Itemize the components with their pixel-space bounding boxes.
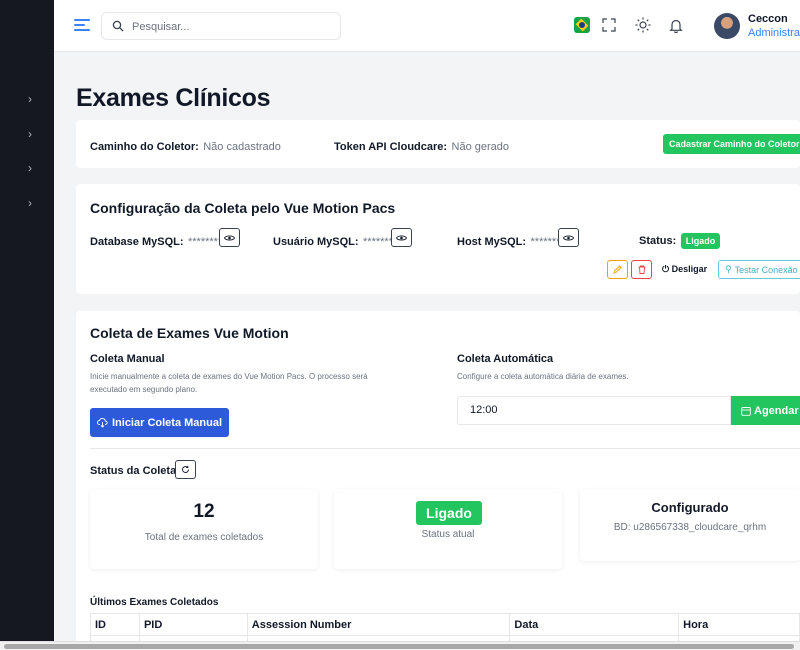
api-token-value: Não gerado (451, 141, 510, 153)
auto-title: Coleta Automática (457, 353, 554, 365)
divider (90, 448, 800, 449)
refresh-status-button[interactable] (175, 460, 196, 479)
host-field: Host MySQL: ******** (457, 232, 565, 250)
host-label: Host MySQL: (457, 236, 527, 248)
db-field: Database MySQL: ******** (90, 232, 222, 250)
manual-desc-2: executado em segundo plano. (90, 385, 198, 394)
user-field: Usuário MySQL: ******** (273, 232, 397, 250)
eye-icon (563, 235, 574, 240)
config-title: Configuração da Coleta pelo Vue Motion P… (90, 200, 396, 216)
power-off-label: Desligar (671, 264, 708, 274)
collector-path: Caminho do Coletor: Não cadastrado (90, 137, 281, 155)
table-title: Últimos Exames Coletados (90, 597, 219, 608)
status-field: Status: Ligado (639, 231, 721, 249)
state-badge: Ligado (416, 501, 482, 525)
search-box (101, 12, 341, 40)
topbar: Ceccon Administrador (54, 0, 800, 52)
total-value: 12 (193, 501, 215, 522)
manual-collect-label: Iniciar Coleta Manual (111, 416, 223, 429)
col-pid: PID (138, 613, 248, 636)
col-hora: Hora (678, 613, 800, 636)
edit-button[interactable] (607, 260, 628, 279)
chevron-right-icon[interactable]: › (28, 92, 38, 106)
avatar[interactable] (714, 13, 740, 39)
schedule-button[interactable]: Agendar (731, 396, 800, 425)
trash-icon (638, 265, 645, 274)
power-icon: ⏻ (662, 264, 670, 274)
status-badge: Ligado (680, 233, 721, 249)
user-name: Ceccon (748, 13, 788, 25)
config-stat: Configurado BD: u286567338_cloudcare_qrh… (580, 489, 800, 561)
collector-path-value: Não cadastrado (203, 141, 281, 153)
sun-icon[interactable] (634, 16, 652, 34)
chevron-right-icon[interactable]: › (28, 127, 38, 141)
manual-collect-button[interactable]: Iniciar Coleta Manual (90, 408, 229, 437)
show-db-button[interactable] (219, 228, 240, 247)
horizontal-scrollbar[interactable] (0, 641, 800, 650)
sidebar: › › › › (0, 0, 54, 650)
cloud-download-icon (97, 418, 108, 428)
schedule-label: Agendar (754, 404, 799, 417)
page-title: Exames Clínicos (76, 84, 271, 112)
show-host-button[interactable] (558, 228, 579, 247)
col-data: Data (509, 613, 680, 636)
collection-card: Coleta de Exames Vue Motion Coleta Manua… (76, 311, 800, 650)
config-state: Configurado (651, 500, 729, 515)
fullscreen-icon[interactable] (600, 16, 618, 34)
test-connection-label: Testar Conexão (734, 264, 798, 275)
manual-desc-1: Inicie manualmente a coleta de exames do… (90, 372, 368, 381)
calendar-icon (741, 406, 751, 416)
collector-path-label: Caminho do Coletor: (90, 141, 199, 153)
state-label: Status atual (421, 529, 475, 540)
collector-card: Caminho do Coletor: Não cadastrado Token… (76, 120, 800, 168)
search-input[interactable] (132, 17, 332, 37)
config-card: Configuração da Coleta pelo Vue Motion P… (76, 184, 800, 294)
user-role: Administrador (748, 27, 800, 39)
api-token: Token API Cloudcare: Não gerado (334, 137, 509, 155)
plug-icon: ⚲ (725, 264, 732, 274)
test-connection-button[interactable]: ⚲ Testar Conexão (718, 260, 800, 279)
collection-title: Coleta de Exames Vue Motion (90, 325, 289, 341)
schedule-time-input[interactable]: 12:00 (457, 396, 731, 425)
bell-icon[interactable] (667, 16, 685, 34)
manual-title: Coleta Manual (90, 353, 165, 365)
chevron-right-icon[interactable]: › (28, 196, 38, 210)
scrollbar-thumb[interactable] (4, 644, 794, 649)
total-label: Total de exames coletados (144, 532, 264, 543)
status-label: Status: (639, 235, 677, 247)
db-value: ******** (187, 236, 223, 248)
eye-icon (396, 235, 407, 240)
register-collector-button[interactable]: Cadastrar Caminho do Coletor (663, 134, 800, 154)
total-stat: 12 Total de exames coletados (90, 489, 318, 569)
mysql-user-label: Usuário MySQL: (273, 236, 359, 248)
refresh-icon (182, 465, 189, 473)
col-id: ID (90, 613, 140, 636)
power-off-button[interactable]: ⏻ Desligar (662, 264, 707, 275)
db-label: Database MySQL: (90, 236, 184, 248)
menu-toggle-icon[interactable] (74, 19, 90, 31)
pencil-icon (613, 265, 622, 274)
config-db: BD: u286567338_cloudcare_qrhm (613, 522, 767, 533)
auto-desc: Configure a coleta automática diária de … (457, 372, 629, 381)
delete-button[interactable] (631, 260, 652, 279)
search-icon (112, 20, 124, 32)
status-title: Status da Coleta (90, 465, 177, 477)
eye-icon (224, 235, 235, 240)
chevron-right-icon[interactable]: › (28, 161, 38, 175)
col-assession: Assession Number (246, 613, 511, 636)
state-stat: Ligado Status atual (334, 489, 562, 569)
api-token-label: Token API Cloudcare: (334, 141, 448, 153)
brazil-flag-icon[interactable] (574, 17, 590, 33)
show-user-button[interactable] (391, 228, 412, 247)
